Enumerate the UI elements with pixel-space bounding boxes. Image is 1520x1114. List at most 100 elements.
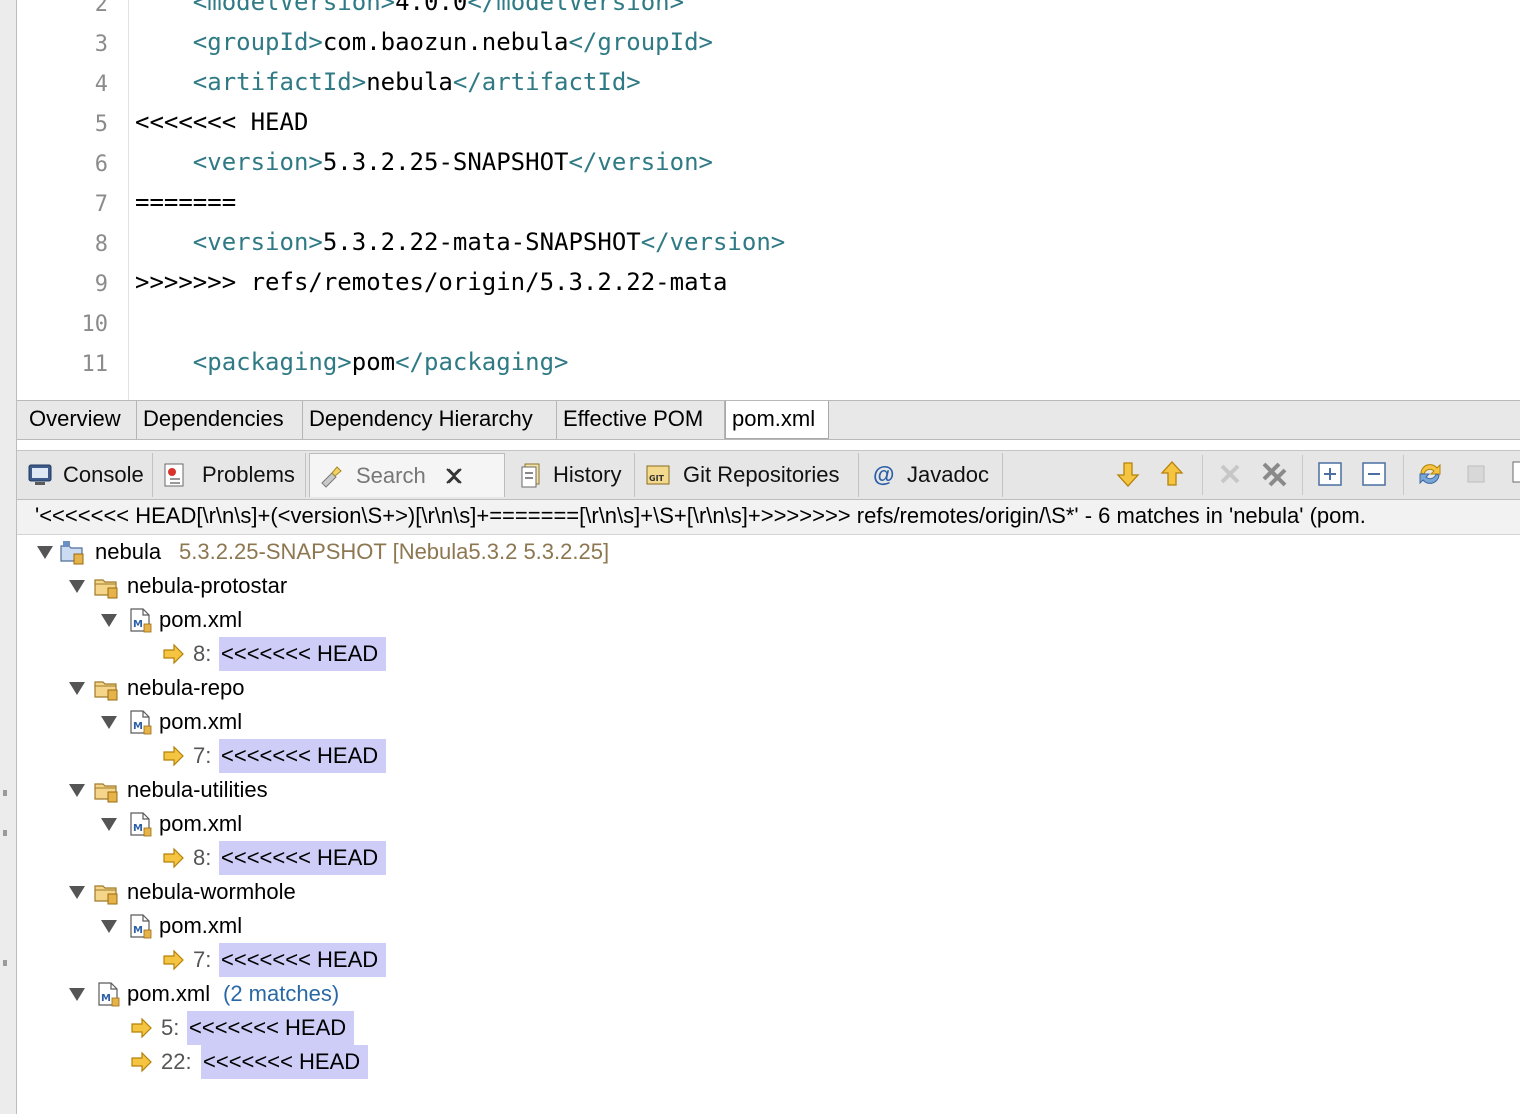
line-number: 2 (94, 0, 108, 17)
pom-file-icon (95, 981, 121, 1007)
folder-icon (93, 675, 119, 701)
expand-toggle-icon[interactable] (101, 920, 117, 933)
xml-tag: <version> (192, 148, 323, 176)
expand-toggle-icon[interactable] (69, 682, 85, 695)
code-line[interactable]: <artifactId>nebula</artifactId> (135, 68, 641, 96)
xml-tag: </version> (640, 228, 786, 256)
expand-toggle-icon[interactable] (101, 614, 117, 627)
project-version: 5.3.2.25-SNAPSHOT [Nebula5.3.2 5.3.2.25] (179, 539, 610, 564)
pin-view-icon[interactable] (1507, 459, 1520, 489)
view-tab-bar: Console Problems Search History GIT Git … (17, 450, 1520, 500)
expand-toggle-icon[interactable] (69, 886, 85, 899)
project-name: nebula (95, 539, 162, 564)
match-line-number: 8: (193, 845, 212, 870)
code-line[interactable]: <modelVersion>4.0.0</modelVersion> (135, 0, 684, 16)
toolbar-separator (1202, 455, 1203, 495)
folder-icon (93, 777, 119, 803)
expand-toggle-icon[interactable] (101, 818, 117, 831)
tab-console[interactable]: Console (21, 453, 153, 497)
tab-search[interactable]: Search (309, 453, 505, 497)
file-name: pom.xml (127, 981, 211, 1006)
tab-problems[interactable]: Problems (154, 453, 306, 497)
match-line-number: 7: (193, 743, 212, 768)
tab-effective-pom[interactable]: Effective POM (557, 401, 725, 439)
code-line[interactable]: <packaging>pom</packaging> (135, 348, 569, 376)
edge-marker (3, 960, 7, 966)
xml-editor[interactable]: 2 3 4 5 6 7 8 9 10 11 <modelVersion>4.0.0</modelV… (17, 0, 1520, 400)
expand-all-icon[interactable] (1315, 459, 1345, 489)
tab-dependencies[interactable]: Dependencies (137, 401, 303, 439)
git-repositories-icon: GIT (646, 465, 670, 485)
xml-tag: </artifactId> (452, 68, 641, 96)
tab-git-repositories[interactable]: GIT Git Repositories (637, 453, 859, 497)
expand-toggle-icon[interactable] (69, 988, 85, 1001)
match-text: <<<<<<< HEAD (219, 943, 387, 977)
close-icon[interactable] (444, 466, 464, 486)
code-line[interactable]: <<<<<<< HEAD (135, 108, 308, 136)
code-line[interactable]: <version>5.3.2.25-SNAPSHOT</version> (135, 148, 713, 176)
xml-tag: <artifactId> (192, 68, 367, 96)
match-arrow-icon (129, 1015, 155, 1041)
pom-file-icon (127, 607, 153, 633)
line-number: 3 (94, 32, 108, 57)
line-number: 8 (94, 232, 108, 257)
maven-project-icon (59, 539, 85, 565)
match-text: <<<<<<< HEAD (219, 637, 387, 671)
editor-tab-bar: Overview Dependencies Dependency Hierarc… (17, 400, 1520, 440)
problems-icon (164, 463, 184, 487)
svg-text:GIT: GIT (649, 474, 665, 483)
code-text: 4.0.0 (395, 0, 468, 16)
history-icon (521, 463, 540, 488)
remove-all-icon[interactable] (1259, 459, 1289, 489)
match-arrow-icon (161, 845, 187, 871)
code-text: nebula (366, 68, 453, 96)
match-text: <<<<<<< HEAD (187, 1011, 355, 1045)
cancel-search-icon[interactable] (1461, 459, 1491, 489)
code-line[interactable]: ======= (135, 188, 236, 216)
line-number: 4 (94, 72, 108, 97)
tab-dependency-hierarchy[interactable]: Dependency Hierarchy (303, 401, 557, 439)
pom-file-icon (127, 709, 153, 735)
expand-toggle-icon[interactable] (101, 716, 117, 729)
match-arrow-icon (161, 947, 187, 973)
collapse-all-icon[interactable] (1359, 459, 1389, 489)
tab-label: pom.xml (732, 406, 816, 431)
tab-label: Dependencies (143, 406, 284, 431)
tab-overview[interactable]: Overview (23, 401, 137, 439)
line-number: 9 (94, 272, 108, 297)
match-arrow-icon (161, 641, 187, 667)
tab-history[interactable]: History (511, 453, 635, 497)
search-results-tree[interactable]: nebula 5.3.2.25-SNAPSHOT [Nebula5.3.2 5.… (17, 535, 1520, 1114)
match-line-number: 8: (193, 641, 212, 666)
tab-javadoc[interactable]: @ Javadoc (863, 453, 1003, 497)
code-line[interactable]: <groupId>com.baozun.nebula</groupId> (135, 28, 713, 56)
match-line-number: 22: (161, 1049, 192, 1074)
code-text: pom (351, 348, 396, 376)
remove-selected-icon[interactable] (1215, 459, 1245, 489)
run-search-again-icon[interactable] (1415, 459, 1445, 489)
next-match-icon[interactable] (1113, 459, 1143, 489)
code-text: com.baozun.nebula (322, 28, 569, 56)
file-name: pom.xml (159, 811, 243, 836)
line-number: 10 (81, 312, 109, 337)
previous-match-icon[interactable] (1157, 459, 1187, 489)
module-name: nebula-wormhole (127, 879, 296, 904)
console-icon (28, 464, 52, 485)
code-line[interactable]: >>>>>>> refs/remotes/origin/5.3.2.22-mat… (135, 268, 727, 296)
edge-marker (3, 790, 7, 796)
tab-pom-xml[interactable]: pom.xml (725, 401, 829, 439)
expand-toggle-icon[interactable] (69, 784, 85, 797)
xml-tag: <modelVersion> (192, 0, 396, 16)
tab-label: Search (356, 463, 426, 488)
xml-tag: <version> (192, 228, 323, 256)
line-number: 5 (94, 112, 108, 137)
expand-toggle-icon[interactable] (37, 546, 53, 559)
code-line[interactable]: <version>5.3.2.22-mata-SNAPSHOT</version… (135, 228, 785, 256)
line-number: 7 (94, 192, 108, 217)
tab-label: Problems (202, 462, 295, 487)
expand-toggle-icon[interactable] (69, 580, 85, 593)
code-text: ======= (135, 188, 237, 216)
at-sign-icon: @ (873, 462, 895, 487)
